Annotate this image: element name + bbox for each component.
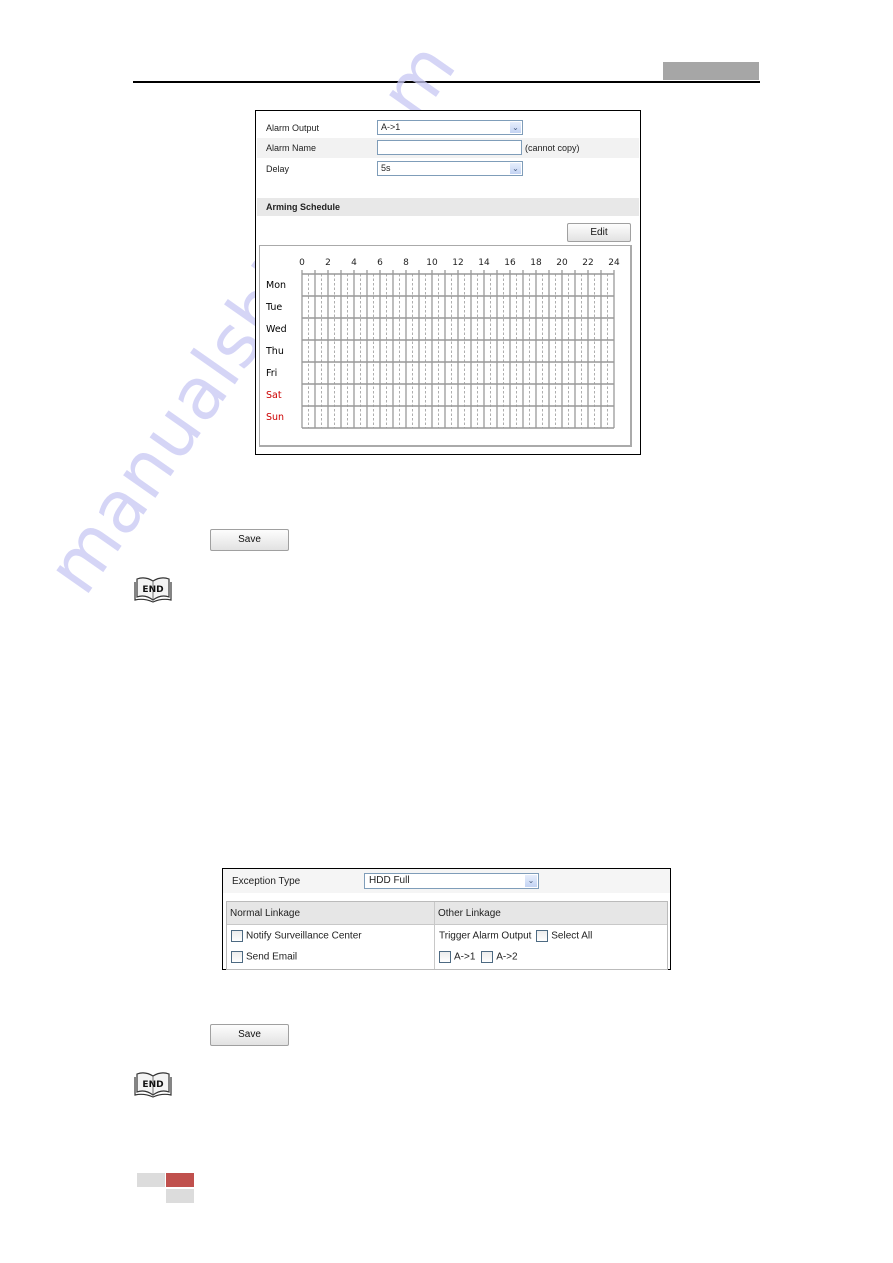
schedule-svg: 0 2 4 6 8 10 12 14 16 18 20 22 24MonTueWedThuFriSatS… (265, 258, 620, 429)
chevron-down-icon[interactable]: ⌄ (525, 875, 537, 887)
delay-row: Delay 5s ⌄ (257, 159, 639, 179)
header-tab-block (663, 62, 759, 80)
column-divider (434, 902, 435, 969)
hour-label: 0 (299, 258, 305, 268)
alarm-outputs-row: A->1 A->2 (439, 951, 518, 963)
hour-label: 10 (426, 258, 438, 268)
edit-button[interactable]: Edit (567, 223, 631, 242)
send-email-option[interactable]: Send Email (231, 951, 297, 963)
end-icon: END (134, 1070, 172, 1103)
alarm-output-select[interactable]: A->1 ⌄ (377, 120, 523, 135)
output-a1-label: A->1 (454, 951, 476, 963)
day-label: Mon (266, 280, 286, 291)
alarm-name-input[interactable] (377, 140, 522, 155)
day-label: Thu (265, 346, 284, 357)
output-a2-label: A->2 (496, 951, 518, 963)
hour-label: 20 (556, 258, 568, 268)
normal-linkage-title: Normal Linkage (230, 908, 301, 919)
output-a1-checkbox[interactable] (439, 951, 451, 963)
hour-label: 18 (530, 258, 542, 268)
alarm-output-row: Alarm Output A->1 ⌄ (257, 118, 639, 138)
exception-type-value: HDD Full (369, 875, 410, 886)
hour-label: 16 (504, 258, 516, 268)
day-label: Sat (266, 390, 282, 401)
alarm-output-screenshot: Alarm Output A->1 ⌄ Alarm Name (cannot c… (255, 110, 641, 455)
hour-label: 4 (351, 258, 357, 268)
output-a2-checkbox[interactable] (481, 951, 494, 963)
hour-label: 14 (478, 258, 490, 268)
end-icon: END (134, 575, 172, 608)
hour-label: 22 (582, 258, 593, 268)
day-label: Fri (266, 368, 277, 379)
trigger-alarm-output-label: Trigger Alarm Output (439, 930, 532, 942)
exception-type-row: Exception Type HDD Full ⌄ (223, 869, 670, 893)
delay-label: Delay (266, 164, 290, 174)
delay-select[interactable]: 5s ⌄ (377, 161, 523, 176)
hour-label: 2 (325, 258, 331, 268)
checkbox[interactable] (231, 951, 243, 963)
end-icon-text: END (142, 1080, 163, 1090)
other-linkage-title: Other Linkage (438, 908, 501, 919)
option-label: Send Email (246, 951, 298, 963)
chevron-down-icon[interactable]: ⌄ (510, 122, 521, 133)
alarm-output-value: A->1 (381, 122, 401, 132)
hour-label: 6 (377, 258, 383, 268)
exception-type-select[interactable]: HDD Full ⌄ (364, 873, 539, 889)
exception-screenshot: Exception Type HDD Full ⌄ Normal Linkage… (222, 868, 671, 970)
footer-block-accent (166, 1173, 194, 1187)
select-all-checkbox[interactable] (536, 930, 549, 942)
arming-schedule-title: Arming Schedule (266, 202, 341, 212)
day-label: Sun (266, 412, 284, 423)
checkbox[interactable] (231, 930, 243, 942)
chevron-down-icon[interactable]: ⌄ (510, 163, 521, 174)
hour-label: 24 (608, 258, 620, 268)
delay-value: 5s (381, 163, 391, 173)
cannot-copy-note: (cannot copy) (525, 143, 580, 153)
notify-surveillance-center-option[interactable]: Notify Surveillance Center (231, 930, 362, 942)
day-label: Wed (266, 324, 287, 335)
alarm-output-label: Alarm Output (266, 123, 320, 133)
hour-label: 8 (403, 258, 409, 268)
save-button[interactable]: Save (210, 529, 289, 551)
day-label: Tue (265, 302, 282, 313)
alarm-name-row: Alarm Name (cannot copy) (257, 138, 639, 158)
save-button[interactable]: Save (210, 1024, 289, 1046)
schedule-grid[interactable]: 0 2 4 6 8 10 12 14 16 18 20 22 24 Mon Tue Wed Thu Fri Sat S… (259, 245, 632, 447)
normal-linkage-header: Normal Linkage (227, 902, 434, 925)
footer-block-gray (137, 1173, 165, 1187)
end-icon-text: END (142, 585, 163, 595)
other-linkage-header: Other Linkage (435, 902, 667, 925)
hour-label: 12 (452, 258, 463, 268)
footer-block-gray (166, 1189, 194, 1203)
option-label: Notify Surveillance Center (246, 930, 362, 942)
exception-type-label: Exception Type (232, 876, 301, 887)
arming-schedule-header: Arming Schedule (257, 198, 639, 216)
alarm-name-label: Alarm Name (266, 143, 317, 153)
trigger-alarm-output-row: Trigger Alarm Output Select All (439, 930, 592, 942)
linkage-table: Normal Linkage Other Linkage Notify Surv… (226, 901, 668, 970)
select-all-label: Select All (551, 930, 593, 942)
